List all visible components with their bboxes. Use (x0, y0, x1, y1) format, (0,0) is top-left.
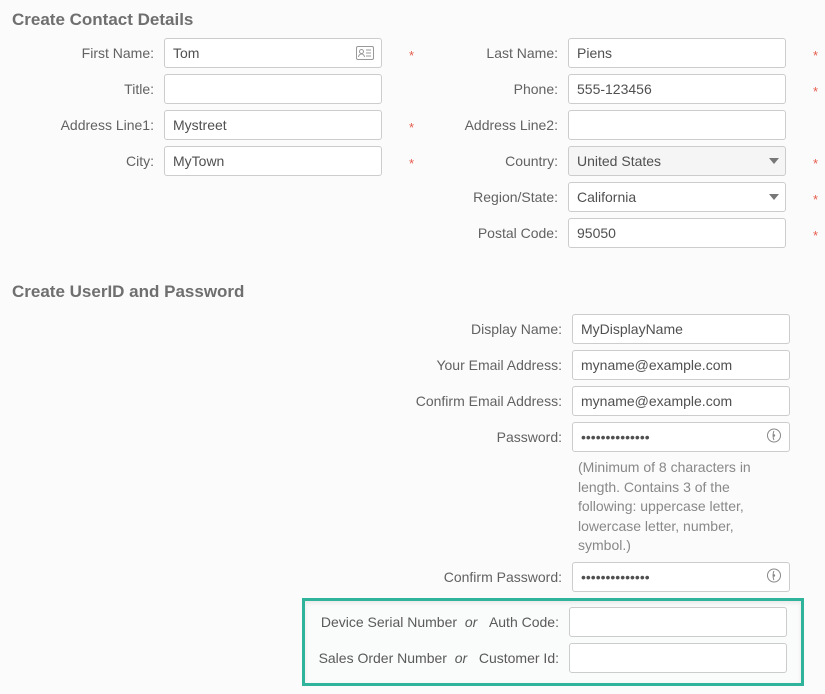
device-auth-label: Device Serial Number or Auth Code: (313, 614, 569, 630)
required-marker: * (409, 120, 414, 135)
display-name-row: Display Name: * (12, 314, 818, 344)
title-input[interactable] (164, 74, 382, 104)
display-name-input[interactable] (572, 314, 790, 344)
device-auth-row: Device Serial Number or Auth Code: (313, 607, 793, 637)
chevron-down-icon (769, 194, 779, 200)
last-name-row: Last Name: * (416, 38, 806, 68)
confirm-password-label: Confirm Password: (12, 569, 572, 585)
address2-label: Address Line2: (416, 117, 568, 133)
last-name-label: Last Name: (416, 45, 568, 61)
sales-customer-label: Sales Order Number or Customer Id: (313, 650, 569, 666)
required-marker: * (813, 84, 818, 99)
country-row: Country: United States * (416, 146, 806, 176)
sales-customer-row: Sales Order Number or Customer Id: (313, 643, 793, 673)
region-select-value: California (577, 189, 763, 205)
confirm-password-row: Confirm Password: * (12, 562, 818, 592)
postal-row: Postal Code: * (416, 218, 806, 248)
country-select-value: United States (577, 153, 763, 169)
contact-columns: First Name: * Title: Address Line1: * C (12, 38, 813, 254)
first-name-row: First Name: * (12, 38, 402, 68)
contact-left-column: First Name: * Title: Address Line1: * C (12, 38, 402, 182)
email-input[interactable] (572, 350, 790, 380)
first-name-input[interactable] (164, 38, 382, 68)
city-row: City: * (12, 146, 402, 176)
address1-row: Address Line1: * (12, 110, 402, 140)
address1-input[interactable] (164, 110, 382, 140)
sales-customer-input[interactable] (569, 643, 787, 673)
email-label: Your Email Address: (12, 357, 572, 373)
required-marker: * (409, 156, 414, 171)
email-row: Your Email Address: * (12, 350, 818, 380)
password-row: Password: * (12, 422, 818, 452)
password-hint-text: (Minimum of 8 characters in length. Cont… (578, 458, 783, 556)
last-name-input[interactable] (568, 38, 786, 68)
address2-row: Address Line2: (416, 110, 806, 140)
region-label: Region/State: (416, 189, 568, 205)
first-name-label: First Name: (12, 45, 164, 61)
address1-label: Address Line1: (12, 117, 164, 133)
account-section: Display Name: * Your Email Address: * Co… (12, 314, 818, 592)
phone-input[interactable] (568, 74, 786, 104)
region-select[interactable]: California (568, 182, 786, 212)
required-marker: * (813, 192, 818, 207)
city-label: City: (12, 153, 164, 169)
confirm-password-input[interactable] (572, 562, 790, 592)
title-row: Title: (12, 74, 402, 104)
region-row: Region/State: California * (416, 182, 806, 212)
device-auth-input[interactable] (569, 607, 787, 637)
confirm-email-label: Confirm Email Address: (12, 393, 572, 409)
phone-label: Phone: (416, 81, 568, 97)
password-hint-row: (Minimum of 8 characters in length. Cont… (12, 458, 818, 556)
contact-section-title: Create Contact Details (12, 10, 813, 30)
postal-label: Postal Code: (416, 225, 568, 241)
contact-right-column: Last Name: * Phone: * Address Line2: Cou… (416, 38, 806, 254)
required-marker: * (813, 156, 818, 171)
address2-input[interactable] (568, 110, 786, 140)
city-input[interactable] (164, 146, 382, 176)
postal-input[interactable] (568, 218, 786, 248)
display-name-label: Display Name: (12, 321, 572, 337)
account-section-title: Create UserID and Password (12, 282, 813, 302)
required-marker: * (813, 48, 818, 63)
password-reveal-icon[interactable] (766, 567, 782, 586)
phone-row: Phone: * (416, 74, 806, 104)
required-marker: * (409, 48, 414, 63)
required-marker: * (813, 228, 818, 243)
chevron-down-icon (769, 158, 779, 164)
password-reveal-icon[interactable] (766, 428, 782, 447)
password-input[interactable] (572, 422, 790, 452)
country-select[interactable]: United States (568, 146, 786, 176)
confirm-email-row: Confirm Email Address: * (12, 386, 818, 416)
password-label: Password: (12, 429, 572, 445)
device-sales-box: Device Serial Number or Auth Code: Sales… (302, 598, 804, 686)
country-label: Country: (416, 153, 568, 169)
title-label: Title: (12, 81, 164, 97)
confirm-email-input[interactable] (572, 386, 790, 416)
